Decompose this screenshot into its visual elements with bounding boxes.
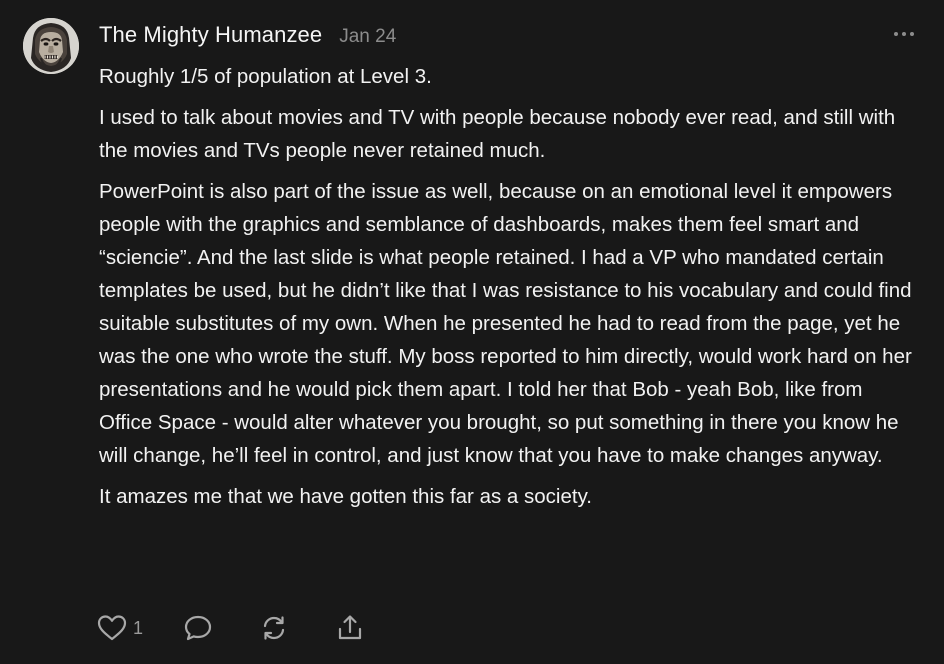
share-icon <box>338 615 362 640</box>
comment-date[interactable]: Jan 24 <box>339 26 396 48</box>
avatar-image <box>23 18 79 74</box>
comment-paragraph: I used to talk about movies and TV with … <box>99 106 896 162</box>
comment-actions: 1 <box>97 612 365 644</box>
comment-bubble-icon <box>184 615 212 641</box>
comment-paragraph: It amazes me that we have gotten this fa… <box>99 485 593 508</box>
comment-header: The Mighty Humanzee Jan 24 <box>99 22 396 50</box>
comment-paragraph: PowerPoint is also part of the issue as … <box>99 180 912 467</box>
heart-icon <box>97 615 127 641</box>
comment-paragraph: Roughly 1/5 of population at Level 3. <box>99 65 432 88</box>
share-button[interactable] <box>335 612 365 644</box>
like-count: 1 <box>133 617 144 638</box>
more-options-icon <box>894 32 914 36</box>
restack-icon <box>263 616 285 640</box>
author-avatar[interactable] <box>23 18 79 74</box>
more-options-button[interactable] <box>892 26 916 42</box>
like-button[interactable]: 1 <box>97 612 143 644</box>
reply-button[interactable] <box>183 612 213 644</box>
comment-body: Roughly 1/5 of population at Level 3. I … <box>99 60 919 521</box>
author-name[interactable]: The Mighty Humanzee <box>99 22 322 48</box>
restack-button[interactable] <box>259 612 289 644</box>
comment: The Mighty Humanzee Jan 24 Roughly 1/5 o… <box>0 0 944 664</box>
